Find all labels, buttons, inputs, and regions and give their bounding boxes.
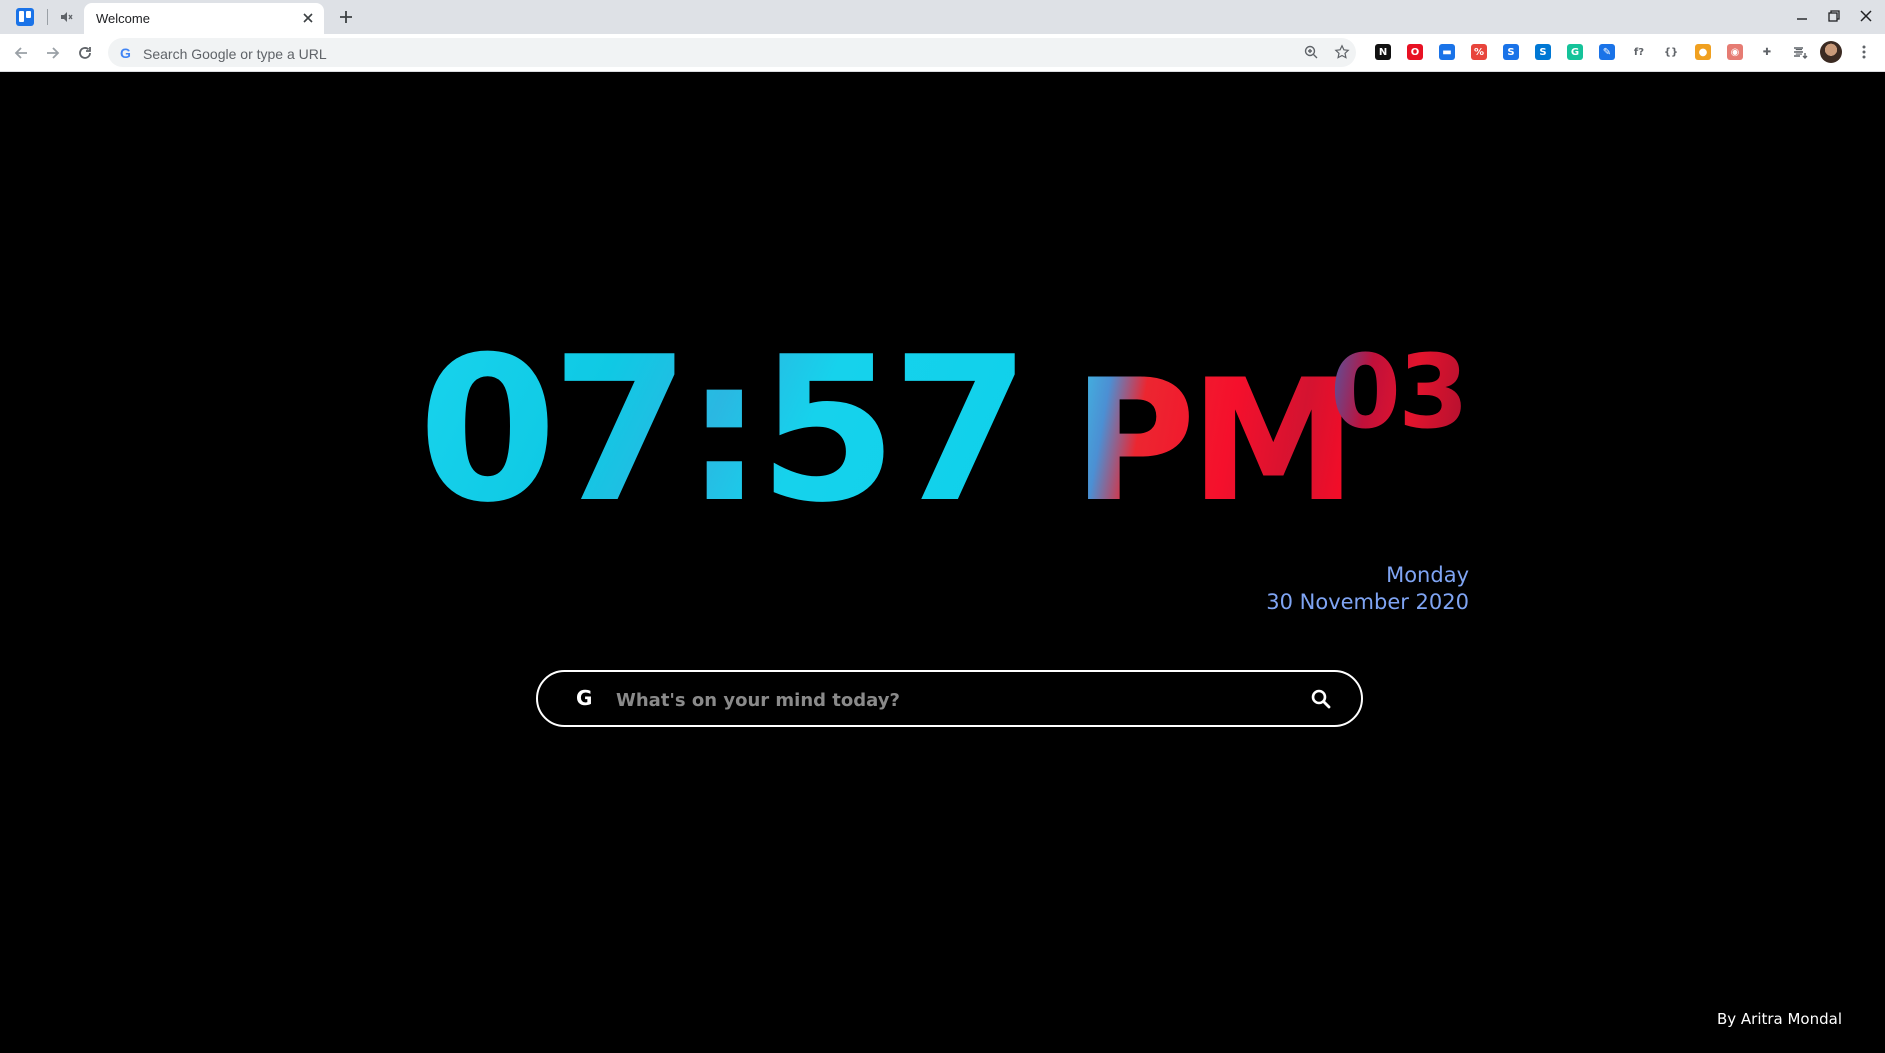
clock: 07:57 PM xyxy=(418,331,1357,531)
google-g-icon: G xyxy=(120,45,131,61)
grammarly-extension-icon[interactable]: G xyxy=(1567,44,1583,60)
forward-icon[interactable] xyxy=(43,43,63,63)
google-g-icon: G xyxy=(576,686,593,710)
notion-extension-icon[interactable]: N xyxy=(1375,44,1391,60)
opera-extension-icon[interactable]: O xyxy=(1407,44,1423,60)
profile-avatar[interactable] xyxy=(1820,41,1842,63)
active-tab[interactable]: Welcome xyxy=(84,3,324,34)
tab-divider xyxy=(47,9,48,25)
address-input[interactable] xyxy=(141,38,1265,69)
code-extension-icon[interactable]: {} xyxy=(1663,44,1679,60)
omnibox[interactable]: G xyxy=(108,38,1356,69)
search-input[interactable] xyxy=(614,680,1258,720)
font-extension-icon[interactable]: f? xyxy=(1631,44,1647,60)
pen-extension-icon[interactable]: ✎ xyxy=(1599,44,1615,60)
percent-extension-icon[interactable]: % xyxy=(1471,44,1487,60)
restore-icon[interactable] xyxy=(1826,8,1842,24)
swap-extension-icon[interactable]: S xyxy=(1503,44,1519,60)
search-bar[interactable]: G xyxy=(536,670,1363,727)
date-day: Monday xyxy=(1386,563,1469,587)
tab-title: Welcome xyxy=(96,11,150,26)
close-window-icon[interactable] xyxy=(1858,8,1874,24)
back-icon[interactable] xyxy=(11,43,31,63)
tab-strip: Welcome xyxy=(0,0,1885,34)
new-tab-icon[interactable] xyxy=(336,7,356,27)
zoom-icon[interactable] xyxy=(1303,44,1319,60)
skype-extension-icon[interactable]: S xyxy=(1535,44,1551,60)
date-full: 30 November 2020 xyxy=(1266,590,1469,614)
trello-icon[interactable] xyxy=(16,8,34,26)
reading-list-icon[interactable] xyxy=(1792,44,1808,60)
minimize-icon[interactable] xyxy=(1794,8,1810,24)
close-tab-icon[interactable] xyxy=(300,10,316,26)
meter-extension-icon[interactable]: ▬ xyxy=(1439,44,1455,60)
bookmark-star-icon[interactable] xyxy=(1334,44,1350,60)
clock-seconds: 03 xyxy=(1330,333,1469,452)
date-block: Monday 30 November 2020 xyxy=(1266,562,1469,616)
new-tab-page: 07:57PM 03 Monday 30 November 2020 G By … xyxy=(0,72,1885,1053)
browser-toolbar: G NO▬%SSG✎f?{}●◉✚≡ xyxy=(0,34,1885,72)
clock-time: 07:57 xyxy=(418,314,1031,547)
search-icon[interactable] xyxy=(1310,688,1332,710)
clock-ampm: PM xyxy=(1072,343,1357,539)
menu-kebab-icon[interactable] xyxy=(1856,44,1872,60)
shield-extension-icon[interactable]: ◉ xyxy=(1727,44,1743,60)
puzzle-extensions-icon[interactable]: ✚ xyxy=(1759,44,1775,60)
tampermonkey-extension-icon[interactable]: ● xyxy=(1695,44,1711,60)
speaker-muted-icon[interactable] xyxy=(58,9,74,25)
author-credit: By Aritra Mondal xyxy=(1716,1010,1842,1028)
reload-icon[interactable] xyxy=(75,43,95,63)
